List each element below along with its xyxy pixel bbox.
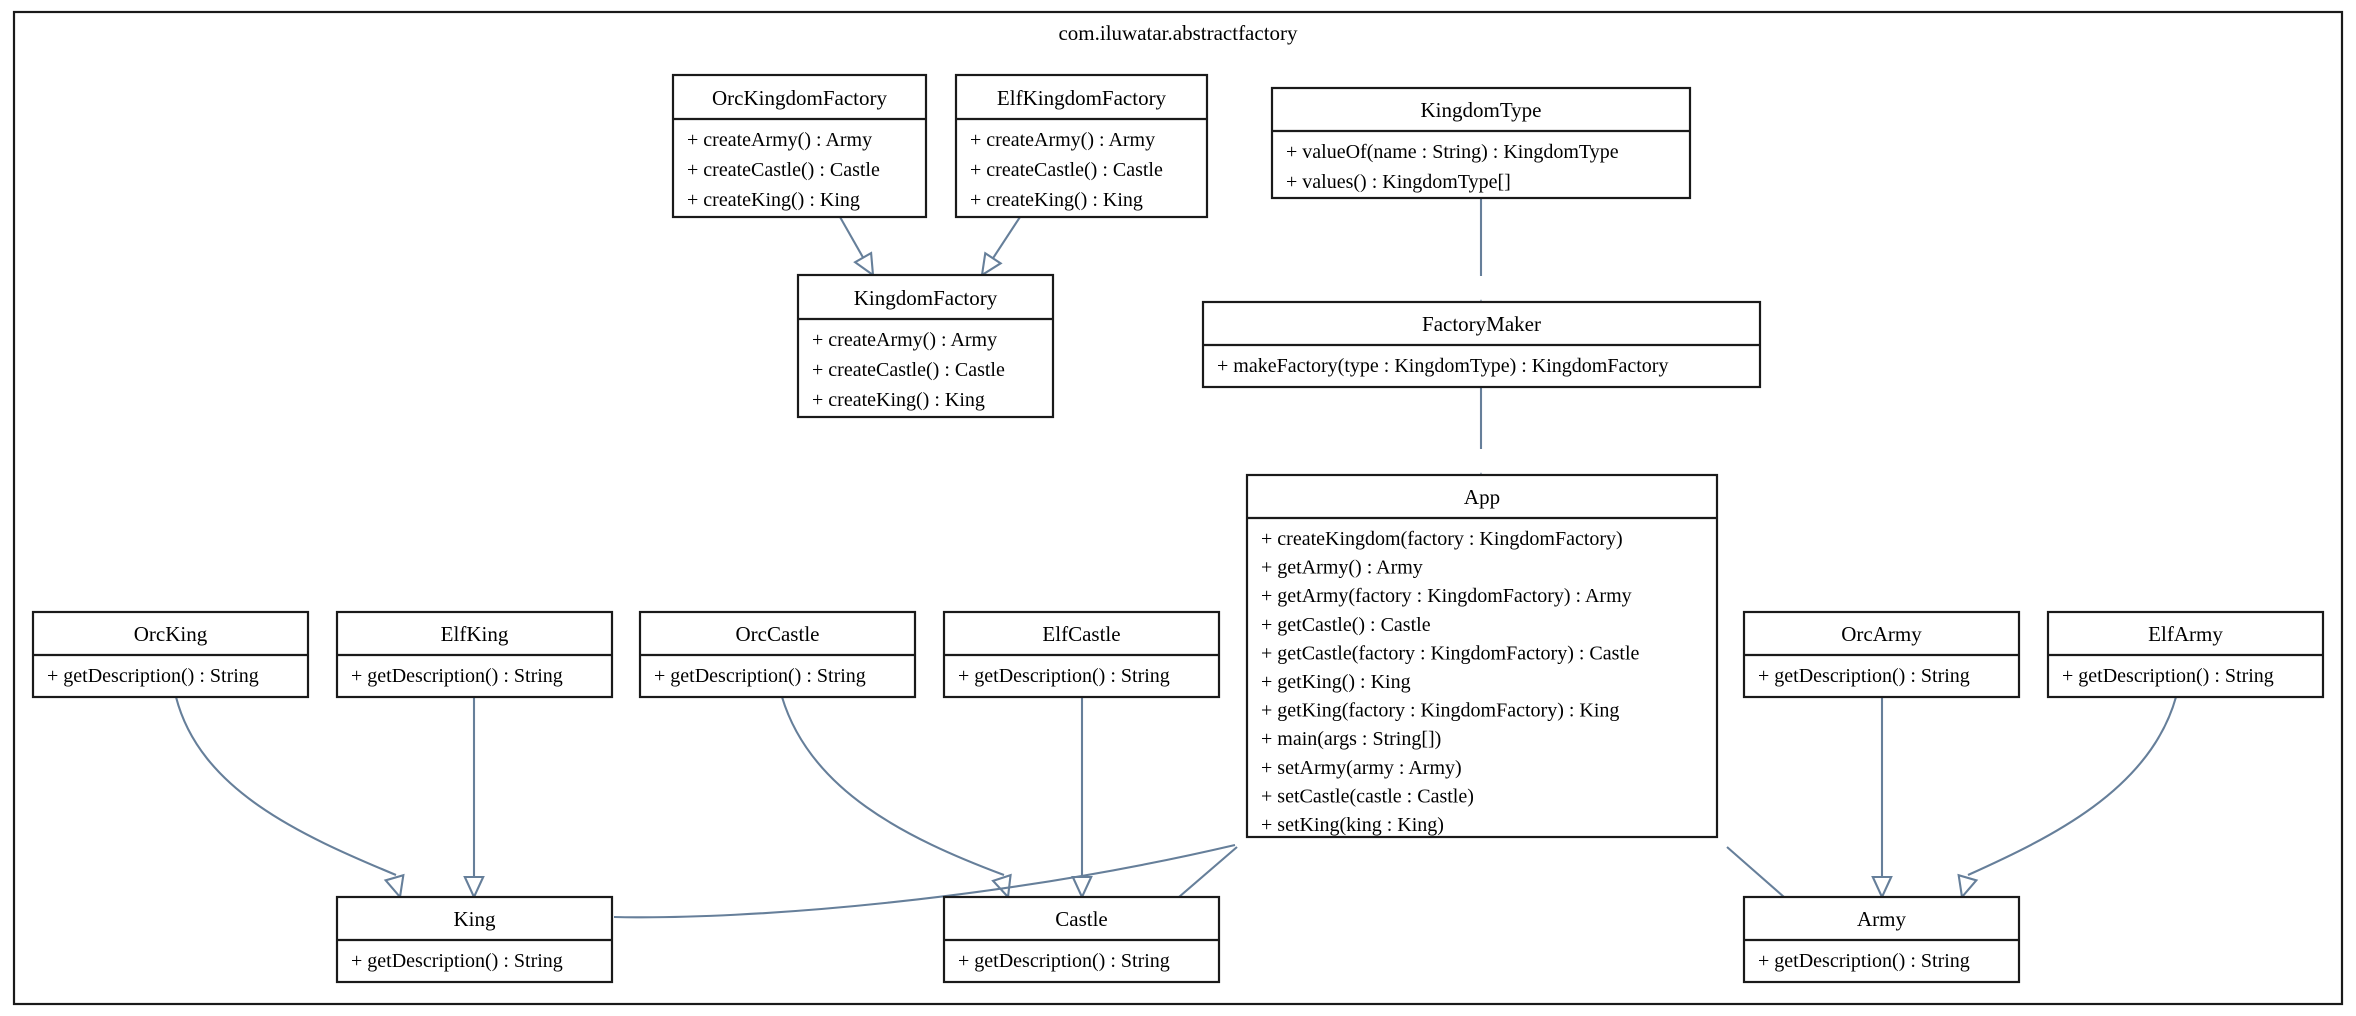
class-member-label: + getKing(factory : KingdomFactory) : Ki… <box>1261 700 1619 722</box>
package-title: com.iluwatar.abstractfactory <box>1058 21 1298 45</box>
uml-diagram-canvas: com.iluwatar.abstractfactory OrcKingdomF… <box>0 0 2356 1016</box>
edge-orcking-king <box>174 696 397 876</box>
class-box[interactable]: Castle + getDescription() : String <box>942 895 1221 984</box>
class-member-label: + getDescription() : String <box>351 950 563 972</box>
class-member-label: + makeFactory(type : KingdomType) : King… <box>1217 355 1668 377</box>
class-box[interactable]: Army + getDescription() : String <box>1742 895 2021 984</box>
class-name-label: KingdomFactory <box>854 286 998 310</box>
class-member-label: + getKing() : King <box>1261 671 1411 693</box>
class-member-label: + getDescription() : String <box>1758 950 1970 972</box>
inheritance-arrowhead <box>463 875 485 900</box>
class-box-layer: OrcKingdomFactory + createArmy() : Army + … <box>31 73 2325 984</box>
class-member-label: + getDescription() : String <box>2062 665 2274 687</box>
inheritance-arrowhead <box>1071 875 1093 900</box>
inheritance-arrowhead <box>1871 875 1893 900</box>
class-member-label: + createKingdom(factory : KingdomFactory… <box>1261 528 1623 550</box>
class-box[interactable]: KingdomType + valueOf(name : String) : Ki… <box>1270 86 1692 200</box>
class-member-label: + createCastle() : Castle <box>687 159 880 181</box>
class-name-label: App <box>1464 485 1500 509</box>
edge-elfkingdomfactory-kingdomfactory <box>992 216 1021 259</box>
class-diagram-svg: com.iluwatar.abstractfactory OrcKingdomF… <box>12 10 2344 1006</box>
class-box[interactable]: ElfArmy + getDescription() : String <box>2046 610 2325 699</box>
edge-orckingdomfactory-kingdomfactory <box>839 216 865 259</box>
class-name-label: King <box>454 907 497 931</box>
inheritance-arrowhead <box>383 873 405 900</box>
inheritance-arrowhead <box>980 251 1003 278</box>
class-name-label: OrcKing <box>134 622 208 646</box>
class-name-label: ElfCastle <box>1042 622 1120 646</box>
class-box[interactable]: ElfKingdomFactory + createArmy() : Army + … <box>954 73 1209 219</box>
class-name-label: KingdomType <box>1420 98 1541 122</box>
class-box[interactable]: KingdomFactory + createArmy() : Army + cre… <box>796 273 1055 419</box>
class-name-label: ElfKing <box>441 622 509 646</box>
class-member-label: + getCastle(factory : KingdomFactory) : … <box>1261 642 1640 664</box>
class-box[interactable]: FactoryMaker + makeFactory(type : Kingdom… <box>1201 300 1762 389</box>
class-box[interactable]: OrcKing + getDescription() : String <box>31 610 310 699</box>
class-member-label: + getDescription() : String <box>47 665 259 687</box>
edge-app-castle <box>1178 846 1238 898</box>
inheritance-arrowhead <box>991 873 1012 900</box>
class-member-label: + getDescription() : String <box>351 665 563 687</box>
edge-elfarmy-army <box>1967 696 2178 876</box>
class-member-label: + createCastle() : Castle <box>970 159 1163 181</box>
class-box[interactable]: App + createKingdom(factory : KingdomFact… <box>1245 473 1719 839</box>
relationship-layer <box>174 198 2178 919</box>
class-box[interactable]: ElfCastle + getDescription() : String <box>942 610 1221 699</box>
class-member-label: + getArmy() : Army <box>1261 557 1423 579</box>
class-member-label: + setKing(king : King) <box>1261 814 1444 836</box>
class-member-label: + getDescription() : String <box>958 665 1170 687</box>
class-member-label: + main(args : String[]) <box>1261 728 1441 750</box>
class-member-label: + values() : KingdomType[] <box>1286 171 1511 193</box>
class-member-label: + getDescription() : String <box>654 665 866 687</box>
edge-app-army <box>1726 846 1785 898</box>
class-box[interactable]: King + getDescription() : String <box>335 895 614 984</box>
class-name-label: Army <box>1857 907 1906 931</box>
class-name-label: OrcCastle <box>736 622 820 646</box>
class-member-label: + createKing() : King <box>970 189 1143 211</box>
class-member-label: + createKing() : King <box>812 389 985 411</box>
class-member-label: + createArmy() : Army <box>970 129 1155 151</box>
class-member-label: + createKing() : King <box>687 189 860 211</box>
class-box[interactable]: OrcArmy + getDescription() : String <box>1742 610 2021 699</box>
inheritance-arrowhead <box>1957 873 1979 900</box>
class-member-label: + getCastle() : Castle <box>1261 614 1431 636</box>
class-name-label: Castle <box>1055 907 1108 931</box>
class-member-label: + valueOf(name : String) : KingdomType <box>1286 141 1619 163</box>
class-member-label: + getArmy(factory : KingdomFactory) : Ar… <box>1261 585 1632 607</box>
inheritance-arrowhead <box>853 251 875 278</box>
class-box[interactable]: ElfKing + getDescription() : String <box>335 610 614 699</box>
class-name-label: ElfKingdomFactory <box>997 86 1167 110</box>
class-name-label: OrcKingdomFactory <box>712 86 887 110</box>
class-name-label: ElfArmy <box>2148 622 2223 646</box>
class-member-label: + createCastle() : Castle <box>812 359 1005 381</box>
class-box[interactable]: OrcCastle + getDescription() : String <box>638 610 917 699</box>
class-member-label: + createArmy() : Army <box>812 329 997 351</box>
class-name-label: FactoryMaker <box>1422 312 1541 336</box>
class-member-label: + createArmy() : Army <box>687 129 872 151</box>
class-member-label: + getDescription() : String <box>958 950 1170 972</box>
class-member-label: + getDescription() : String <box>1758 665 1970 687</box>
class-box[interactable]: OrcKingdomFactory + createArmy() : Army + … <box>671 73 928 219</box>
class-member-label: + setArmy(army : Army) <box>1261 757 1462 779</box>
class-name-label: OrcArmy <box>1841 622 1922 646</box>
edge-orccastle-castle <box>780 696 1005 876</box>
class-member-label: + setCastle(castle : Castle) <box>1261 785 1474 807</box>
